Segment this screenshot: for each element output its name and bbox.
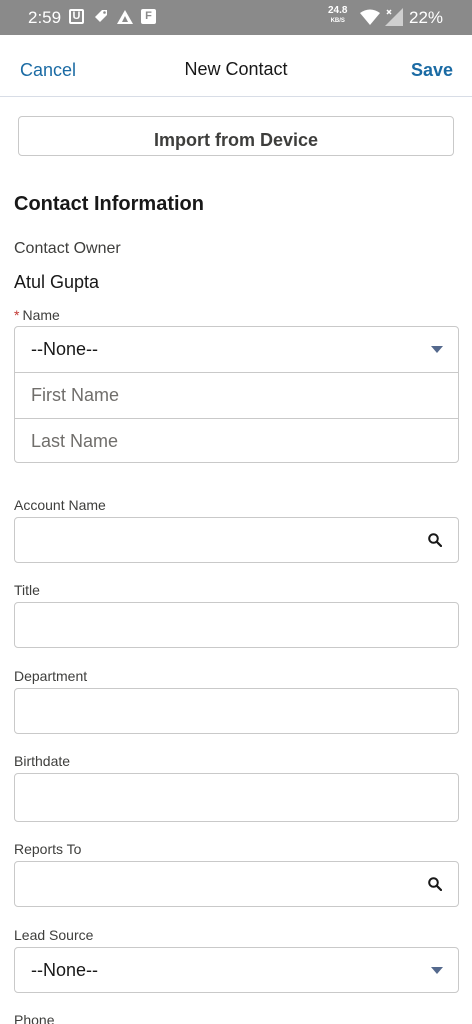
app-header: New Contact Cancel Save <box>0 35 472 97</box>
drive-icon <box>117 10 133 29</box>
title-label: Title <box>14 582 40 598</box>
account-name-input[interactable] <box>14 517 459 563</box>
birthdate-label: Birthdate <box>14 753 71 769</box>
cancel-button[interactable]: Cancel <box>20 60 76 81</box>
last-name-placeholder: Last Name <box>31 431 119 451</box>
lead-source-value: --None-- <box>31 960 99 980</box>
first-name-input[interactable]: First Name <box>15 372 458 417</box>
name-label: * Name <box>14 307 60 323</box>
title-input[interactable] <box>14 602 459 648</box>
lead-source-select[interactable]: --None-- <box>14 947 459 993</box>
department-input[interactable] <box>14 688 459 734</box>
first-name-placeholder: First Name <box>31 385 120 405</box>
name-field-group: --None-- First Name Last Name <box>14 326 459 463</box>
salutation-value: --None-- <box>31 339 99 359</box>
chevron-down-icon <box>431 346 443 353</box>
section-title: Contact Information <box>14 193 204 215</box>
department-label: Department <box>14 668 88 684</box>
tag-icon <box>93 8 109 27</box>
wifi-icon <box>360 9 380 30</box>
save-button[interactable]: Save <box>411 60 453 81</box>
contact-owner-label: Contact Owner <box>14 240 121 257</box>
u-app-icon: U <box>69 9 84 24</box>
birthdate-input[interactable] <box>14 773 459 822</box>
reports-to-label: Reports To <box>14 841 82 857</box>
chevron-down-icon <box>431 967 443 974</box>
f-app-icon: F <box>141 9 156 24</box>
contact-owner-value: Atul Gupta <box>14 272 100 292</box>
signal-icon <box>385 8 403 31</box>
required-marker: * <box>14 307 20 323</box>
import-from-device-button[interactable]: Import from Device <box>18 116 454 156</box>
battery-level: 22% <box>409 8 444 27</box>
status-time: 2:59 <box>28 8 62 27</box>
salutation-select[interactable]: --None-- <box>15 327 458 372</box>
lead-source-label: Lead Source <box>14 927 94 943</box>
last-name-input[interactable]: Last Name <box>15 418 458 463</box>
network-speed: 24.8 KB/S <box>328 5 348 25</box>
reports-to-input[interactable] <box>14 861 459 907</box>
phone-label: Phone <box>14 1012 55 1024</box>
search-icon <box>428 533 443 552</box>
search-icon <box>428 877 443 896</box>
account-name-label: Account Name <box>14 497 106 513</box>
status-bar: 2:59 U F 24.8 KB/S 22% <box>0 0 472 35</box>
